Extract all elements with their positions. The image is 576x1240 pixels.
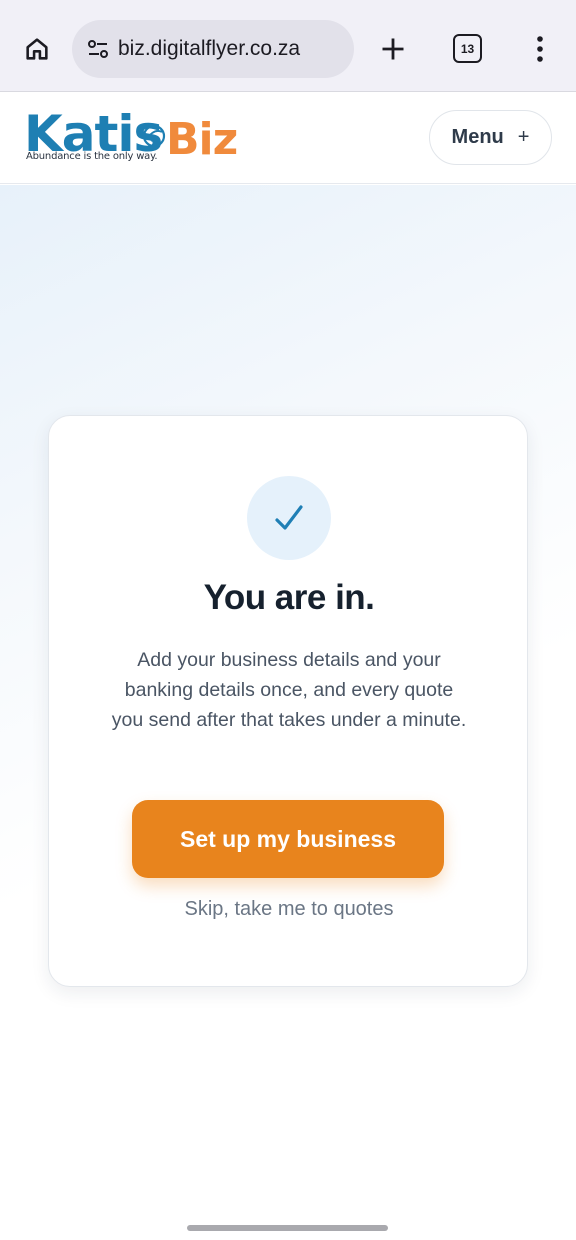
browser-toolbar: biz.digitalflyer.co.za 13 xyxy=(0,0,576,92)
tune-icon[interactable] xyxy=(86,37,110,61)
tab-count: 13 xyxy=(460,41,475,56)
checkmark-icon xyxy=(275,505,303,530)
globe-icon xyxy=(142,124,166,148)
url-text: biz.digitalflyer.co.za xyxy=(118,37,301,60)
onboarding-card: You are in. Add your business details an… xyxy=(48,415,528,987)
skip-to-quotes-link[interactable]: Skip, take me to quotes xyxy=(49,898,529,921)
new-tab-button[interactable] xyxy=(374,30,412,68)
card-description: Add your business details and your banki… xyxy=(111,649,467,731)
card-title: You are in. xyxy=(203,578,375,617)
logo-tagline: Abundance is the only way. xyxy=(26,151,158,162)
tab-switcher-button[interactable]: 13 xyxy=(453,34,482,63)
address-bar[interactable]: biz.digitalflyer.co.za xyxy=(72,20,354,78)
site-header: Katis Biz Abundance is the only way. Men… xyxy=(0,92,576,184)
plus-icon xyxy=(382,38,404,60)
menu-plus-icon: + xyxy=(517,126,530,148)
home-icon xyxy=(26,38,48,60)
logo-secondary-text: Biz xyxy=(166,114,238,165)
more-options-button[interactable] xyxy=(524,30,556,68)
success-badge xyxy=(247,476,331,560)
home-button[interactable] xyxy=(18,30,56,68)
gesture-navigation-bar[interactable] xyxy=(187,1225,388,1231)
menu-label: Menu xyxy=(451,126,504,148)
setup-business-button[interactable]: Set up my business xyxy=(132,800,444,878)
more-vert-icon xyxy=(537,36,543,62)
menu-button[interactable]: Menu + xyxy=(429,110,552,165)
site-logo[interactable]: Katis Biz Abundance is the only way. xyxy=(24,108,239,168)
